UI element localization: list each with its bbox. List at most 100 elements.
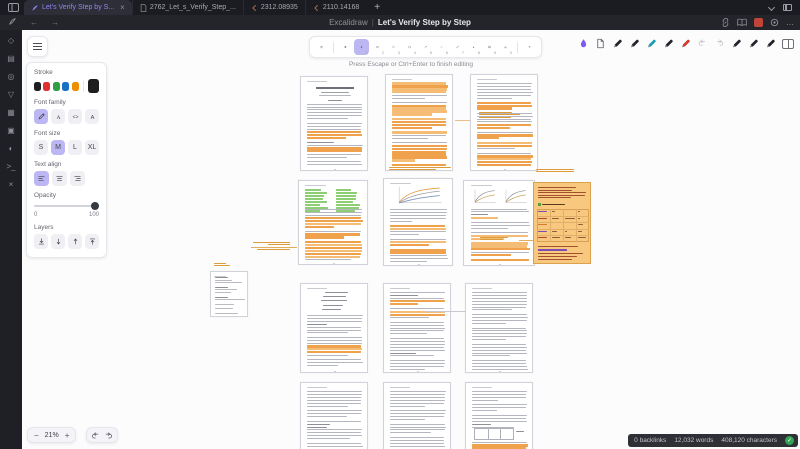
font-size-s[interactable]: S — [34, 140, 48, 155]
sidebar-navigator-icon[interactable]: ◇ — [8, 37, 14, 46]
tool-eraser[interactable]: 0 — [498, 39, 513, 55]
tool-lock[interactable] — [314, 39, 329, 55]
paper-page-5[interactable] — [383, 178, 453, 266]
text-align-left[interactable] — [34, 171, 49, 186]
paper-page-8[interactable] — [300, 283, 368, 373]
text-align-right[interactable] — [70, 171, 85, 186]
stroke-color-2[interactable] — [53, 82, 60, 91]
connector-line-4[interactable] — [455, 120, 470, 121]
summary-note-card[interactable] — [533, 182, 591, 264]
font-family-more-fonts[interactable]: A — [85, 109, 99, 124]
annotation-note-5[interactable] — [480, 237, 510, 242]
tab-2[interactable]: 2312.08935 — [243, 0, 305, 15]
back-icon[interactable]: ← — [30, 18, 38, 27]
close-tab-icon[interactable]: × — [120, 3, 125, 12]
connector-line-3[interactable] — [519, 240, 533, 241]
tool-image[interactable]: 9 — [482, 39, 497, 55]
paper-page-10[interactable] — [465, 283, 533, 373]
send-to-back-button[interactable] — [34, 234, 48, 249]
undo-button[interactable] — [91, 431, 100, 440]
pen-teal-icon[interactable] — [646, 38, 657, 49]
sync-icon[interactable] — [770, 14, 779, 32]
connector-line-1[interactable] — [251, 247, 297, 248]
paper-page-1[interactable] — [300, 76, 368, 171]
stroke-color-4[interactable] — [72, 82, 79, 91]
document-icon[interactable] — [595, 38, 606, 49]
font-family-code[interactable]: <> — [68, 109, 82, 124]
paper-page-7[interactable] — [210, 271, 248, 317]
send-backward-button[interactable] — [51, 234, 65, 249]
paper-page-12[interactable] — [383, 382, 451, 449]
annotation-note-2[interactable] — [389, 167, 467, 172]
pen-fountain-icon[interactable] — [629, 38, 640, 49]
excalidraw-canvas[interactable]: 1234567A890 Press Escape or Ctrl+Enter t… — [22, 30, 800, 449]
undo-icon[interactable] — [697, 38, 708, 49]
pen-2-icon[interactable] — [731, 38, 742, 49]
sidebar-terminal-icon[interactable]: >_ — [6, 163, 15, 172]
paper-page-2[interactable] — [385, 74, 453, 171]
sidebar-page-icon[interactable]: ▤ — [7, 55, 15, 64]
forward-icon[interactable]: → — [51, 18, 59, 27]
pen-black-icon[interactable] — [612, 38, 623, 49]
sidebar-kanban-icon[interactable]: ▣ — [7, 127, 15, 136]
font-size-xl[interactable]: XL — [85, 140, 99, 155]
reader-icon[interactable] — [737, 14, 747, 32]
bring-forward-button[interactable] — [68, 234, 82, 249]
current-stroke-color[interactable] — [88, 79, 99, 93]
annotation-note-6[interactable] — [214, 263, 234, 268]
paper-page-13[interactable] — [465, 382, 533, 449]
sidebar-toggle-icon[interactable] — [6, 2, 20, 13]
link-icon[interactable] — [721, 14, 730, 32]
pen-fill-icon[interactable] — [663, 38, 674, 49]
paper-page-9[interactable] — [383, 283, 451, 373]
pen-red-icon[interactable] — [680, 38, 691, 49]
bring-to-front-button[interactable] — [85, 234, 99, 249]
tab-3[interactable]: 2110.14168 — [305, 0, 366, 15]
tool-line[interactable]: 6 — [434, 39, 449, 55]
font-size-m[interactable]: M — [51, 140, 65, 155]
stroke-color-1[interactable] — [43, 82, 50, 91]
sidebar-chat-icon[interactable]: ◐ — [9, 145, 14, 154]
sidebar-record-icon[interactable]: ◎ — [8, 73, 15, 82]
tool-laser[interactable] — [522, 39, 537, 55]
zoom-level[interactable]: 21% — [45, 432, 59, 439]
font-family-normal[interactable]: A — [51, 109, 65, 124]
connector-line-2[interactable] — [425, 311, 466, 312]
annotation-note-3[interactable] — [479, 112, 521, 119]
tool-arrow[interactable]: 5 — [418, 39, 433, 55]
sidebar-close-icon[interactable]: × — [9, 181, 14, 190]
tool-text[interactable]: A8 — [466, 39, 481, 55]
tool-rectangle[interactable]: 2 — [370, 39, 385, 55]
color-picker-icon[interactable] — [578, 38, 589, 49]
tool-ellipse[interactable]: 4 — [402, 39, 417, 55]
split-view-icon[interactable] — [783, 4, 792, 11]
font-family-hand-drawn[interactable] — [34, 109, 48, 124]
tool-selection[interactable]: 1 — [354, 39, 369, 55]
menu-button[interactable] — [27, 36, 48, 57]
columns-icon[interactable] — [782, 39, 794, 49]
zoom-in-button[interactable]: + — [64, 431, 71, 440]
zoom-out-button[interactable]: − — [33, 431, 40, 440]
text-align-center[interactable] — [52, 171, 67, 186]
opacity-slider[interactable] — [34, 202, 99, 210]
pen-3-icon[interactable] — [748, 38, 759, 49]
pen-4-icon[interactable] — [765, 38, 776, 49]
redo-button[interactable] — [104, 431, 113, 440]
annotation-note-4[interactable] — [536, 169, 584, 174]
font-size-l[interactable]: L — [68, 140, 82, 155]
backlinks-count[interactable]: 0 backlinks — [634, 437, 666, 444]
tab-0[interactable]: Let's Verify Step by S...× — [24, 0, 132, 15]
more-menu-icon[interactable]: … — [786, 18, 795, 27]
redo-icon[interactable] — [714, 38, 725, 49]
paper-page-3[interactable] — [470, 74, 538, 171]
paper-page-6[interactable] — [463, 180, 535, 266]
sidebar-filter-icon[interactable]: ▽ — [8, 91, 14, 100]
tool-hand[interactable] — [338, 39, 353, 55]
stroke-color-0[interactable] — [34, 82, 41, 91]
new-tab-button[interactable]: + — [366, 0, 388, 15]
tab-1[interactable]: 2762_Let_s_Verify_Step_... — [132, 0, 243, 15]
tool-draw[interactable]: 7 — [450, 39, 465, 55]
paper-page-4[interactable] — [298, 180, 368, 265]
stroke-color-3[interactable] — [62, 82, 69, 91]
tab-search-chevron-icon[interactable] — [768, 4, 775, 11]
